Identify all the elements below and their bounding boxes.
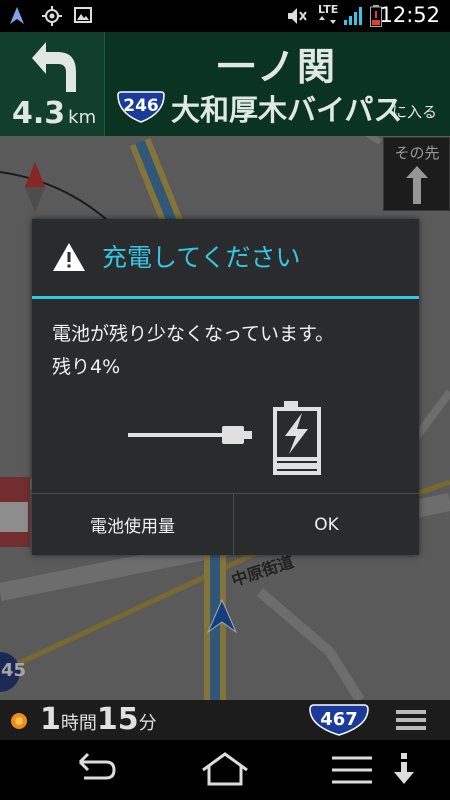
distance-unit: km: [68, 107, 97, 128]
menu-icon: [324, 756, 384, 794]
distance-value: 4.3: [12, 96, 66, 131]
dialog-title: 充電してください: [102, 243, 301, 272]
eta-hours: 1: [40, 702, 61, 737]
signal-icon: [344, 7, 364, 29]
ok-button[interactable]: OK: [234, 494, 419, 555]
back-button[interactable]: [66, 750, 126, 790]
route-shield: 467: [309, 704, 369, 736]
map-menu-button[interactable]: [390, 700, 450, 740]
image-icon: [74, 6, 92, 28]
sun-icon: [9, 711, 29, 735]
dialog-message: 電池が残り少なくなっています。: [52, 323, 335, 345]
route-info-bar[interactable]: 1時間15分 467: [0, 700, 450, 740]
road-name: 大和厚木バイパス: [171, 93, 403, 127]
navigation-arrow-icon: [8, 6, 26, 30]
gps-icon: [42, 6, 62, 30]
home-button[interactable]: [195, 750, 255, 790]
route-number: 246: [123, 96, 159, 116]
low-battery-dialog: 充電してください 電池が残り少なくなっています。 残り4% 電池使用量 OK: [32, 219, 419, 555]
dialog-header: 充電してください: [32, 219, 419, 296]
menu-icon: [396, 708, 426, 736]
route-number: 467: [320, 709, 358, 730]
eta-minutes: 15: [96, 702, 139, 737]
volume-mute-icon: [286, 6, 308, 30]
home-icon: [195, 752, 255, 794]
battery-charging-icon: [273, 401, 321, 475]
download-button[interactable]: [384, 750, 444, 790]
turn-instruction: 4.3 km: [0, 32, 105, 136]
clock: 12:52: [379, 3, 440, 27]
destination-name: 一ノ関: [216, 45, 337, 89]
road-suffix: に入る: [392, 103, 438, 121]
system-navigation-bar: [0, 740, 450, 800]
overflow-menu-button[interactable]: [324, 750, 384, 790]
warning-icon: [52, 242, 86, 276]
status-bar: LTE 12:52: [0, 0, 450, 32]
battery-usage-button[interactable]: 電池使用量: [32, 494, 234, 555]
eta-hours-unit: 時間: [60, 713, 97, 734]
network-label: LTE: [318, 3, 339, 16]
dialog-divider: [32, 296, 419, 299]
charger-cable-icon: [128, 426, 252, 444]
back-icon: [66, 752, 126, 794]
lte-icon: LTE: [318, 3, 340, 24]
distance: 4.3 km: [12, 96, 96, 131]
download-icon: [384, 753, 424, 794]
estimated-time: 1時間15分: [40, 702, 157, 737]
charging-illustration: [124, 397, 334, 477]
turn-left-arrow-icon: [28, 40, 78, 98]
eta-minutes-unit: 分: [138, 713, 157, 734]
remaining-battery: 残り4%: [52, 356, 121, 378]
navigation-header: 4.3 km 一ノ関 246 大和厚木バイパス に入る: [0, 32, 450, 136]
route-shield: 246: [117, 91, 165, 123]
